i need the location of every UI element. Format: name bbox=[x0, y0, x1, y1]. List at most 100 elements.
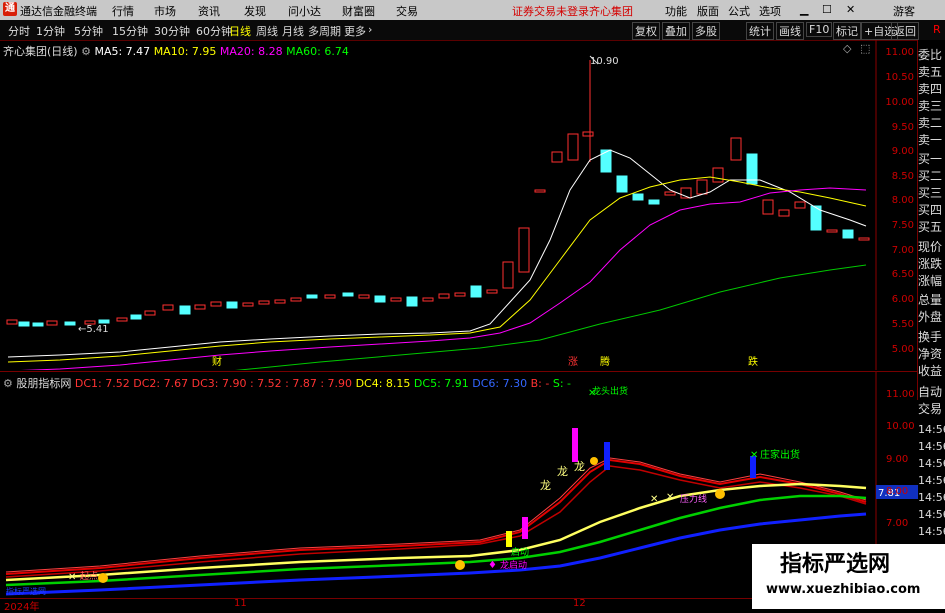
candlestick-chart[interactable]: 10.90 ←5.41 财 涨 腾 跌 bbox=[0, 40, 880, 370]
rp-sell2: 卖二 bbox=[918, 116, 943, 130]
y-tick: 10.50 bbox=[885, 72, 914, 83]
menu-layout[interactable]: 版面 bbox=[697, 3, 719, 19]
signal-bar-magenta bbox=[572, 428, 578, 462]
menu-market[interactable]: 市场 bbox=[154, 3, 176, 19]
period-60min[interactable]: 60分钟 bbox=[196, 23, 232, 39]
candle-body bbox=[390, 297, 402, 302]
rp-sell1: 卖一 bbox=[918, 133, 943, 147]
rp-volume: 总量 bbox=[918, 293, 943, 307]
period-fenshi[interactable]: 分时 bbox=[8, 23, 30, 39]
rp-time: 14:56 bbox=[918, 508, 945, 521]
menu-options[interactable]: 选项 bbox=[759, 3, 781, 19]
menu-quotes[interactable]: 行情 bbox=[112, 3, 134, 19]
dragon-label: 龙 bbox=[574, 460, 585, 473]
period-multi[interactable]: 多周期 bbox=[308, 23, 341, 39]
rp-sell5: 卖五 bbox=[918, 65, 943, 79]
diamond-icon: ♦ bbox=[488, 560, 497, 571]
f10-button[interactable]: F10 bbox=[806, 22, 833, 37]
draw-button[interactable]: 画线 bbox=[776, 22, 804, 40]
rp-sell4: 卖四 bbox=[918, 82, 943, 96]
y-tick: 9.50 bbox=[891, 122, 914, 133]
menu-ask[interactable]: 问小达 bbox=[288, 3, 321, 19]
candle-body bbox=[210, 301, 222, 307]
period-month[interactable]: 月线 bbox=[282, 23, 304, 39]
period-day[interactable]: 日线 bbox=[229, 23, 251, 39]
launch-main-label: 龙启动 bbox=[500, 559, 527, 571]
rp-auto[interactable]: 自动 bbox=[918, 384, 945, 401]
watermark-title: 指标严选网 bbox=[780, 552, 891, 577]
period-30min[interactable]: 30分钟 bbox=[154, 23, 190, 39]
launch-label: 启动 bbox=[511, 546, 529, 558]
rp-time: 14:56 bbox=[918, 491, 945, 504]
smile-icon bbox=[98, 573, 108, 583]
ribbon-blue bbox=[5, 512, 867, 596]
main-y-axis: 11.00 10.50 10.00 9.50 9.00 8.50 8.00 7.… bbox=[876, 40, 918, 370]
high-price-label: 10.90 bbox=[590, 56, 619, 67]
stats-button[interactable]: 统计 bbox=[746, 22, 774, 40]
menu-wealth[interactable]: 财富圈 bbox=[342, 3, 375, 19]
candle-body bbox=[454, 292, 466, 297]
indicator-footnote-label: 指标严选网 bbox=[6, 586, 46, 596]
back-button[interactable]: 返回 bbox=[891, 22, 919, 40]
candle-body bbox=[794, 201, 806, 209]
period-5min[interactable]: 5分钟 bbox=[74, 23, 103, 39]
cross-icon: ✕ bbox=[588, 388, 596, 399]
y-tick: 5.00 bbox=[891, 344, 914, 355]
rp-time: 14:56 bbox=[918, 440, 945, 453]
candle-body bbox=[842, 229, 854, 239]
candle-body bbox=[422, 297, 434, 302]
close-icon[interactable]: ✕ bbox=[846, 3, 855, 16]
period-more[interactable]: 更多 bbox=[344, 23, 366, 39]
y-tick: 7.50 bbox=[891, 220, 914, 231]
smile-icon bbox=[715, 489, 725, 499]
period-1min[interactable]: 1分钟 bbox=[36, 23, 65, 39]
mark-button[interactable]: 标记 bbox=[833, 22, 861, 40]
menu-trade[interactable]: 交易 bbox=[396, 3, 418, 19]
candle-body bbox=[518, 227, 530, 273]
watermark-url: www.xuezhibiao.com bbox=[766, 582, 921, 597]
y-tick: 10.00 bbox=[885, 97, 914, 108]
menu-function[interactable]: 功能 bbox=[665, 3, 687, 19]
adjust-button[interactable]: 复权 bbox=[632, 22, 660, 40]
candle-body bbox=[567, 133, 579, 161]
rp-turnover: 换手 bbox=[918, 330, 943, 344]
candle-body bbox=[696, 179, 708, 195]
chevron-right-icon[interactable]: › bbox=[368, 23, 372, 36]
x-tick: 2024年 bbox=[4, 602, 40, 613]
login-warning[interactable]: 证券交易未登录 bbox=[512, 3, 589, 19]
rp-buy1: 买一 bbox=[918, 152, 943, 166]
period-15min[interactable]: 15分钟 bbox=[112, 23, 148, 39]
x-tick: 11 bbox=[234, 598, 247, 609]
rp-buy5: 买五 bbox=[918, 220, 943, 234]
ind-y-tick: 10.00 bbox=[886, 421, 915, 432]
minimize-icon[interactable]: ▁ bbox=[800, 3, 808, 16]
event-die: 跌 bbox=[748, 355, 758, 368]
cross-icon: ✕ bbox=[750, 450, 758, 461]
dragon-label: 龙 bbox=[557, 465, 568, 478]
maximize-icon[interactable]: ☐ bbox=[822, 3, 832, 16]
ribbon-yellow bbox=[5, 482, 867, 582]
y-tick: 8.50 bbox=[891, 171, 914, 182]
ma10-line bbox=[7, 176, 867, 363]
pressure-label: 压力线 bbox=[680, 493, 707, 505]
overlay-button[interactable]: 叠加 bbox=[662, 22, 690, 40]
candle-body bbox=[778, 209, 790, 217]
rp-trade[interactable]: 交易 bbox=[918, 401, 945, 418]
menu-news[interactable]: 资讯 bbox=[198, 3, 220, 19]
rp-pct: 涨幅 bbox=[918, 274, 943, 288]
menu-formula[interactable]: 公式 bbox=[728, 3, 750, 19]
candle-body bbox=[194, 304, 206, 310]
guest-button[interactable]: 游客 bbox=[893, 3, 915, 19]
ind-y-tick: 8.00 bbox=[886, 486, 909, 497]
rp-buy3: 买三 bbox=[918, 186, 943, 200]
period-week[interactable]: 周线 bbox=[256, 23, 278, 39]
y-tick: 11.00 bbox=[885, 47, 914, 58]
rp-change: 涨跌 bbox=[918, 257, 943, 271]
multi-stock-button[interactable]: 多股 bbox=[692, 22, 720, 40]
y-tick: 5.50 bbox=[891, 319, 914, 330]
y-tick: 9.00 bbox=[891, 146, 914, 157]
y-tick: 6.50 bbox=[891, 269, 914, 280]
menu-discover[interactable]: 发现 bbox=[244, 3, 266, 19]
rp-earning: 收益 bbox=[918, 364, 943, 378]
stock-tag[interactable]: 齐心集团 bbox=[589, 3, 633, 19]
